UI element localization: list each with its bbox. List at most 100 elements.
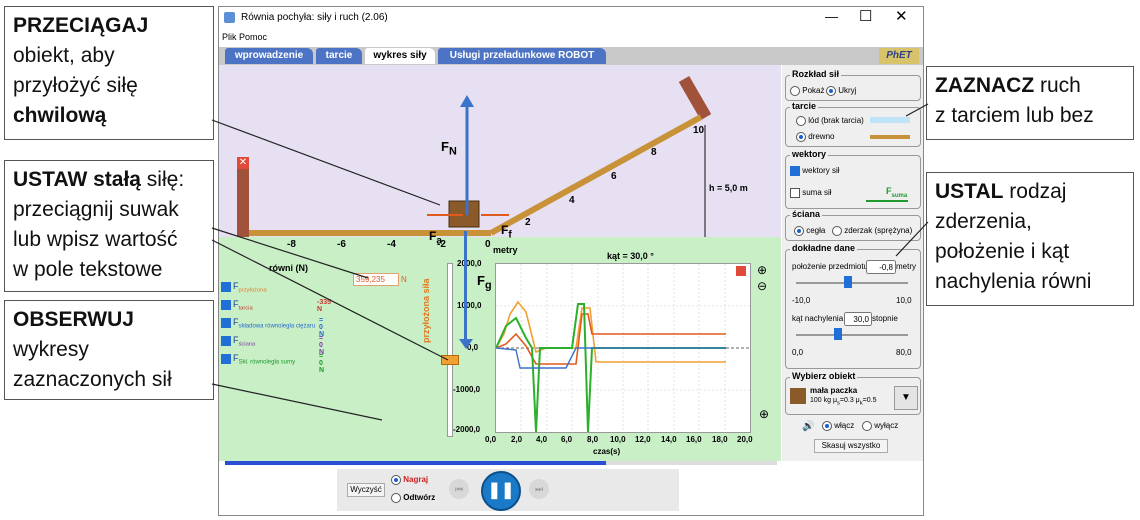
applied-force-slider-track[interactable] bbox=[447, 263, 453, 437]
force-graph bbox=[495, 263, 751, 433]
group-exact-data-title: dokładne dane bbox=[790, 243, 858, 253]
radio-hide[interactable]: Ukryj bbox=[826, 86, 856, 96]
radio-bumper[interactable]: zderzak (sprężyna) bbox=[832, 226, 912, 236]
legend-check-wall[interactable] bbox=[221, 336, 231, 347]
reset-all-button[interactable]: Skasuj wszystko bbox=[814, 439, 888, 453]
minimize-icon[interactable]: — bbox=[825, 9, 838, 24]
graph-y-tick-4: -2000,0 bbox=[453, 425, 481, 434]
radio-sound-off-label: wyłącz bbox=[874, 421, 899, 431]
force-fa-label: Fa bbox=[429, 229, 442, 246]
sum-force-symbol-sub: suma bbox=[891, 192, 908, 199]
angle-slider-track[interactable] bbox=[796, 334, 908, 336]
ramp-incline bbox=[489, 114, 703, 236]
check-sum-force[interactable]: suma sił bbox=[790, 188, 832, 198]
position-max: 10,0 bbox=[896, 296, 912, 305]
angle-label-control: kąt nachylenia bbox=[792, 314, 844, 323]
radio-hide-label: Ukryj bbox=[838, 86, 857, 96]
radio-bumper-label: zderzak (sprężyna) bbox=[844, 226, 913, 236]
tab-introduction[interactable]: wprowadzenie bbox=[225, 48, 313, 64]
radio-sound-on[interactable]: włącz bbox=[822, 421, 854, 431]
angle-min: 0,0 bbox=[792, 348, 804, 357]
height-label: h = 5,0 m bbox=[709, 183, 748, 193]
check-force-vectors[interactable]: wektory sił bbox=[790, 166, 840, 176]
ruler-tick-4: 4 bbox=[569, 195, 575, 206]
force-fa-sub: a bbox=[436, 235, 442, 247]
position-input[interactable] bbox=[866, 260, 896, 274]
radio-sound-off[interactable]: wyłącz bbox=[862, 421, 898, 431]
close-icon[interactable]: ✕ bbox=[895, 7, 908, 25]
control-panel: Rozkład sił Pokaż Ukryj tarcie lód (brak… bbox=[782, 65, 923, 465]
playback-bar: Wyczyść Nagraj Odtwórz ⏮ ❚❚ ⏭ bbox=[219, 461, 923, 515]
ruler-tick-m8: -8 bbox=[287, 239, 296, 250]
series-parallel-weight bbox=[495, 347, 726, 369]
clear-button[interactable]: Wyczyść bbox=[347, 483, 385, 497]
ramp-scene: ✕ FN h = 5,0 m 8 10 6 4 2 bbox=[219, 65, 781, 237]
position-slider-thumb[interactable] bbox=[843, 276, 852, 288]
group-select-object-title: Wybierz obiekt bbox=[790, 371, 858, 381]
tab-force-graph[interactable]: wykres siły bbox=[365, 48, 435, 64]
legend-row-wall: Fściana = 0 N bbox=[221, 335, 324, 356]
zoom-in-icon[interactable]: ⊕ bbox=[757, 263, 767, 277]
angle-label: kąt = 30,0 ° bbox=[607, 251, 654, 261]
ruler-tick-8: 8 bbox=[651, 147, 657, 158]
force-fn-sub: N bbox=[448, 145, 457, 158]
radio-wood[interactable]: drewno bbox=[796, 132, 834, 142]
playback-panel: Wyczyść Nagraj Odtwórz ⏮ ❚❚ ⏭ bbox=[337, 469, 679, 511]
legend-sum-value: = 0 N bbox=[319, 353, 325, 374]
step-forward-icon[interactable]: ⏭ bbox=[529, 479, 549, 499]
tab-robot-moving[interactable]: Usługi przeładunkowe ROBOT bbox=[438, 48, 606, 64]
legend-wall-sub: ściana bbox=[238, 341, 256, 348]
legend-sum-sub: Skł. równoległa sumy bbox=[238, 359, 296, 366]
left-brick-wall bbox=[237, 165, 249, 237]
object-mu-s-val: =0.3 μ bbox=[839, 397, 860, 404]
angle-slider-thumb[interactable] bbox=[834, 328, 842, 340]
radio-brick[interactable]: cegła bbox=[794, 226, 825, 236]
radio-sound-on-label: włącz bbox=[834, 421, 855, 431]
radio-record[interactable]: Nagraj bbox=[391, 475, 428, 485]
close-box-icon[interactable]: ✕ bbox=[237, 157, 249, 169]
ruler-tick-2: 2 bbox=[525, 217, 531, 228]
angle-input[interactable] bbox=[844, 312, 872, 326]
zoom-out-icon[interactable]: ⊖ bbox=[757, 279, 767, 293]
graph-close-icon bbox=[736, 266, 746, 276]
right-brick-wall bbox=[678, 76, 712, 121]
sound-icon: 🔊 bbox=[802, 421, 815, 432]
legend-row-parallel-weight: Fskładowa równoległa ciężaru = 0 N bbox=[221, 317, 324, 338]
force-graph-lines bbox=[495, 264, 750, 433]
legend-check-sum[interactable] bbox=[221, 354, 231, 365]
graph-y-tick-1: 1000,0 bbox=[457, 301, 482, 310]
object-dropdown-button[interactable]: ▼ bbox=[894, 386, 918, 410]
ruler-tick-m6: -6 bbox=[337, 239, 346, 250]
object-details: 100 kg μs=0.3 μk=0.5 bbox=[810, 397, 876, 406]
radio-ice[interactable]: lód (brak tarcia) bbox=[796, 116, 864, 126]
zoom-time-icon[interactable]: ⊕ bbox=[759, 407, 769, 421]
radio-playback[interactable]: Odtwórz bbox=[391, 493, 435, 503]
applied-force-slider-thumb[interactable] bbox=[441, 355, 459, 365]
pause-button[interactable]: ❚❚ bbox=[481, 471, 521, 511]
applied-force-slider-label: przyłożona siła bbox=[421, 278, 431, 343]
position-label: położenie przedmiotu bbox=[792, 262, 869, 271]
group-force-decomposition-title: Rozkład sił bbox=[790, 69, 842, 79]
legend-check-parallel-weight[interactable] bbox=[221, 318, 231, 329]
legend-row-applied: Fprzyłożona bbox=[221, 281, 267, 293]
legend-friction-value: -335 N bbox=[317, 299, 332, 313]
tab-friction[interactable]: tarcie bbox=[316, 48, 362, 64]
package-icon bbox=[790, 388, 806, 404]
position-slider-track[interactable] bbox=[796, 282, 908, 284]
legend-check-friction[interactable] bbox=[221, 300, 231, 311]
callout-determine-line0: USTAL rodzaj bbox=[935, 177, 1125, 207]
ramp-drawing bbox=[237, 76, 712, 237]
radio-show[interactable]: Pokaż bbox=[790, 86, 824, 96]
menu-help[interactable]: Pomoc bbox=[239, 32, 267, 42]
callout-determine-line2: zderzenia, bbox=[935, 210, 1032, 233]
maximize-icon[interactable]: ☐ bbox=[859, 7, 872, 25]
legend-check-applied[interactable] bbox=[221, 282, 231, 293]
app-icon bbox=[224, 12, 235, 23]
rewind-icon[interactable]: ⏮ bbox=[449, 479, 469, 499]
callout-observe: OBSERWUJ wykresy zaznaczonych sił bbox=[4, 300, 214, 400]
applied-force-input[interactable] bbox=[353, 273, 399, 286]
menu-file[interactable]: Plik bbox=[222, 32, 237, 42]
force-fg-sub: g bbox=[484, 279, 492, 292]
callout-determine: USTAL rodzaj zderzenia, położenie i kąt … bbox=[926, 172, 1134, 306]
group-wall-title: ściana bbox=[790, 209, 823, 219]
